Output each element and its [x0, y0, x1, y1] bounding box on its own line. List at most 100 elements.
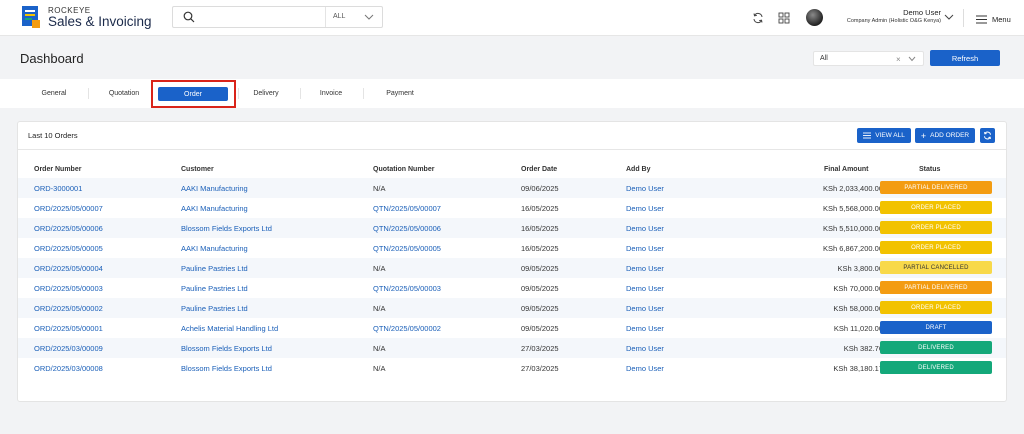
- dashboard-filter-select[interactable]: All ×: [813, 51, 924, 66]
- avatar[interactable]: [806, 9, 823, 26]
- customer-link[interactable]: Pauline Pastries Ltd: [181, 304, 248, 313]
- sync-icon[interactable]: [752, 12, 764, 24]
- table-row[interactable]: ORD/2025/05/00001 Achelis Material Handli…: [18, 318, 1006, 338]
- order-number-link[interactable]: ORD/2025/05/00005: [34, 244, 103, 253]
- tab-invoice[interactable]: Invoice: [307, 79, 355, 108]
- topbar-divider: [963, 9, 964, 27]
- tab-general[interactable]: General: [30, 79, 78, 108]
- order-date: 27/03/2025: [521, 364, 559, 373]
- status-badge: ORDER PLACED: [880, 241, 992, 254]
- table-row[interactable]: ORD/2025/03/00009 Blossom Fields Exports …: [18, 338, 1006, 358]
- final-amount: KSh 58,000.00: [833, 304, 883, 313]
- search-scope-select[interactable]: ALL: [333, 13, 345, 20]
- order-date: 09/05/2025: [521, 284, 559, 293]
- table-row[interactable]: ORD/2025/05/00007 AAKI Manufacturing QTN/2…: [18, 198, 1006, 218]
- order-number-link[interactable]: ORD/2025/05/00003: [34, 284, 103, 293]
- added-by-link[interactable]: Demo User: [626, 284, 664, 293]
- filter-value: All: [820, 55, 828, 62]
- order-number-link[interactable]: ORD/2025/05/00001: [34, 324, 103, 333]
- customer-link[interactable]: AAKI Manufacturing: [181, 244, 248, 253]
- final-amount: KSh 5,510,000.00: [822, 224, 883, 233]
- customer-link[interactable]: AAKI Manufacturing: [181, 204, 248, 213]
- order-number-link[interactable]: ORD/2025/05/00007: [34, 204, 103, 213]
- tab-delivery[interactable]: Delivery: [242, 79, 290, 108]
- status-badge: DELIVERED: [880, 361, 992, 374]
- order-number-link[interactable]: ORD/2025/05/00004: [34, 264, 103, 273]
- order-number-link[interactable]: ORD/2025/03/00008: [34, 364, 103, 373]
- customer-link[interactable]: Pauline Pastries Ltd: [181, 264, 248, 273]
- table-row[interactable]: ORD/2025/05/00006 Blossom Fields Exports …: [18, 218, 1006, 238]
- quotation-number[interactable]: QTN/2025/05/00006: [373, 224, 441, 233]
- table-row[interactable]: ORD-3000001 AAKI Manufacturing N/A 09/06/20…: [18, 178, 1006, 198]
- status-badge: DRAFT: [880, 321, 992, 334]
- order-number-link[interactable]: ORD-3000001: [34, 184, 82, 193]
- quotation-number: N/A: [373, 344, 386, 353]
- clear-icon[interactable]: ×: [896, 55, 901, 64]
- last-orders-card: Last 10 Orders VIEW ALL + ADD ORDER Orde…: [17, 121, 1007, 402]
- add-order-button[interactable]: + ADD ORDER: [915, 128, 975, 143]
- chevron-down-icon[interactable]: [908, 56, 916, 62]
- table-row[interactable]: ORD/2025/05/00004 Pauline Pastries Ltd N/A…: [18, 258, 1006, 278]
- added-by-link[interactable]: Demo User: [626, 184, 664, 193]
- column-header[interactable]: Quotation Number: [373, 166, 434, 173]
- column-header[interactable]: Order Date: [521, 166, 557, 173]
- order-number-link[interactable]: ORD/2025/05/00002: [34, 304, 103, 313]
- quotation-number[interactable]: QTN/2025/05/00002: [373, 324, 441, 333]
- card-divider: [18, 149, 1006, 150]
- reload-orders-button[interactable]: [980, 128, 995, 143]
- tab-quotation[interactable]: Quotation: [100, 79, 148, 108]
- added-by-link[interactable]: Demo User: [626, 244, 664, 253]
- chevron-down-icon[interactable]: [364, 13, 374, 21]
- column-header[interactable]: Add By: [626, 166, 651, 173]
- list-icon: [863, 132, 872, 139]
- order-date: 09/05/2025: [521, 324, 559, 333]
- table-row[interactable]: ORD/2025/05/00003 Pauline Pastries Ltd QTN…: [18, 278, 1006, 298]
- customer-link[interactable]: Blossom Fields Exports Ltd: [181, 344, 272, 353]
- quotation-number[interactable]: QTN/2025/05/00005: [373, 244, 441, 253]
- added-by-link[interactable]: Demo User: [626, 344, 664, 353]
- view-all-button[interactable]: VIEW ALL: [857, 128, 911, 143]
- final-amount: KSh 2,033,400.00: [822, 184, 883, 193]
- customer-link[interactable]: Blossom Fields Exports Ltd: [181, 364, 272, 373]
- refresh-button[interactable]: Refresh: [930, 50, 1000, 66]
- global-search[interactable]: ALL: [172, 6, 383, 28]
- final-amount: KSh 11,020.00: [833, 324, 883, 333]
- apps-grid-icon[interactable]: [778, 12, 790, 24]
- added-by-link[interactable]: Demo User: [626, 324, 664, 333]
- plus-icon: +: [920, 130, 927, 141]
- added-by-link[interactable]: Demo User: [626, 264, 664, 273]
- added-by-link[interactable]: Demo User: [626, 304, 664, 313]
- user-name[interactable]: Demo User: [833, 8, 941, 17]
- added-by-link[interactable]: Demo User: [626, 204, 664, 213]
- column-header[interactable]: Final Amount: [824, 166, 868, 173]
- order-number-link[interactable]: ORD/2025/05/00006: [34, 224, 103, 233]
- app-logo-icon[interactable]: [22, 6, 40, 28]
- chevron-down-icon[interactable]: [944, 13, 954, 21]
- added-by-link[interactable]: Demo User: [626, 364, 664, 373]
- tab-divider: [238, 88, 239, 99]
- search-input[interactable]: [201, 9, 319, 25]
- added-by-link[interactable]: Demo User: [626, 224, 664, 233]
- customer-link[interactable]: AAKI Manufacturing: [181, 184, 248, 193]
- customer-link[interactable]: Pauline Pastries Ltd: [181, 284, 248, 293]
- table-row[interactable]: ORD/2025/03/00008 Blossom Fields Exports …: [18, 358, 1006, 378]
- table-row[interactable]: ORD/2025/05/00002 Pauline Pastries Ltd N/A…: [18, 298, 1006, 318]
- quotation-number[interactable]: QTN/2025/05/00003: [373, 284, 441, 293]
- sync-icon: [984, 131, 991, 140]
- order-number-link[interactable]: ORD/2025/03/00009: [34, 344, 103, 353]
- tab-payment[interactable]: Payment: [376, 79, 424, 108]
- customer-link[interactable]: Achelis Material Handling Ltd: [181, 324, 278, 333]
- search-icon: [183, 11, 195, 23]
- final-amount: KSh 38,180.17: [833, 364, 883, 373]
- menu-button[interactable]: Menu: [976, 13, 1011, 25]
- view-all-label: VIEW ALL: [875, 132, 905, 139]
- column-header[interactable]: Customer: [181, 166, 214, 173]
- column-header[interactable]: Status: [919, 166, 940, 173]
- quotation-number[interactable]: QTN/2025/05/00007: [373, 204, 441, 213]
- table-row[interactable]: ORD/2025/05/00005 AAKI Manufacturing QTN/2…: [18, 238, 1006, 258]
- brand-name: Sales & Invoicing: [48, 14, 152, 29]
- column-header[interactable]: Order Number: [34, 166, 81, 173]
- customer-link[interactable]: Blossom Fields Exports Ltd: [181, 224, 272, 233]
- tab-divider: [363, 88, 364, 99]
- final-amount: KSh 70,000.00: [833, 284, 883, 293]
